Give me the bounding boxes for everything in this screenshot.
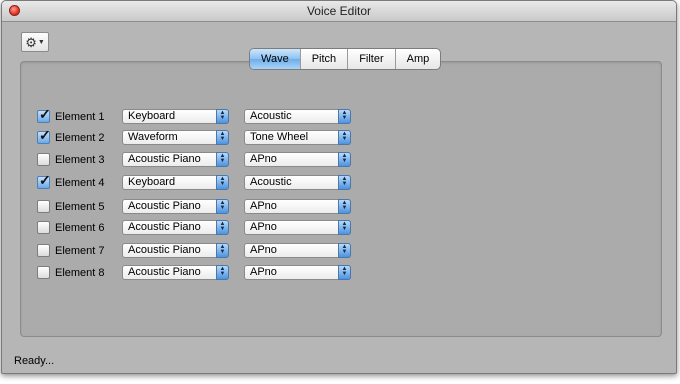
window-title: Voice Editor (306, 4, 372, 18)
element-enable-checkbox[interactable] (37, 153, 50, 166)
title-bar: Voice Editor (2, 1, 676, 22)
tab-wave[interactable]: Wave (250, 49, 300, 69)
element-type-popup[interactable]: Acoustic Piano ▲ ▼ (122, 199, 229, 214)
up-down-arrows-icon: ▲ ▼ (216, 220, 229, 235)
element-enable-checkbox[interactable]: ✓ (37, 127, 51, 144)
element-type-popup[interactable]: Keyboard ▲ ▼ (122, 175, 229, 190)
element-type-popup-value: Acoustic Piano (128, 244, 201, 256)
up-down-arrows-icon: ▲ ▼ (216, 243, 229, 258)
element-type-popup[interactable]: Acoustic Piano ▲ ▼ (122, 243, 229, 258)
element-label: Element 5 (55, 201, 105, 213)
gear-icon: ⚙ (25, 34, 37, 50)
element-enable-checkbox[interactable]: ✓ (37, 106, 51, 123)
up-down-arrows-icon: ▲ ▼ (216, 130, 229, 145)
element-type-popup-value: Keyboard (128, 176, 176, 188)
element-type-popup[interactable]: Acoustic Piano ▲ ▼ (122, 152, 229, 167)
up-down-arrows-icon: ▲ ▼ (216, 152, 229, 167)
up-down-arrows-icon: ▲ ▼ (338, 199, 351, 214)
element-label: Element 4 (55, 177, 105, 189)
element-voice-popup[interactable]: APno ▲ ▼ (244, 265, 351, 280)
checkmark-icon: ✓ (39, 106, 51, 122)
element-type-popup[interactable]: Waveform ▲ ▼ (122, 130, 229, 145)
element-label: Element 8 (55, 267, 105, 279)
chevron-down-icon: ▼ (37, 39, 45, 46)
element-voice-popup[interactable]: APno ▲ ▼ (244, 152, 351, 167)
checkmark-icon: ✓ (39, 172, 51, 188)
checkmark-icon: ✓ (39, 127, 51, 143)
up-down-arrows-icon: ▲ ▼ (338, 130, 351, 145)
element-voice-popup[interactable]: APno ▲ ▼ (244, 243, 351, 258)
element-voice-popup[interactable]: Acoustic ▲ ▼ (244, 175, 351, 190)
element-type-popup[interactable]: Keyboard ▲ ▼ (122, 109, 229, 124)
action-menu-button[interactable]: ⚙ ▼ (21, 32, 49, 52)
status-text: Ready... (14, 355, 55, 367)
element-type-popup-value: Waveform (128, 131, 178, 143)
tab-amp[interactable]: Amp (394, 49, 441, 69)
up-down-arrows-icon: ▲ ▼ (216, 199, 229, 214)
voice-editor-window: Voice Editor ⚙ ▼ Wave Pitch Filter Amp ✓… (1, 0, 677, 374)
element-enable-checkbox[interactable] (37, 266, 50, 279)
element-enable-checkbox[interactable] (37, 200, 50, 213)
element-voice-popup-value: APno (250, 153, 277, 165)
element-enable-checkbox[interactable]: ✓ (37, 172, 51, 189)
element-row: ✓ Element 1 Keyboard ▲ ▼ Acoustic ▲ ▼ (37, 106, 357, 125)
up-down-arrows-icon: ▲ ▼ (338, 265, 351, 280)
up-down-arrows-icon: ▲ ▼ (338, 109, 351, 124)
element-row: Element 7 Acoustic Piano ▲ ▼ APno ▲ ▼ (37, 243, 357, 259)
element-type-popup-value: Acoustic Piano (128, 221, 201, 233)
element-row: ✓ Element 4 Keyboard ▲ ▼ Acoustic ▲ ▼ (37, 172, 357, 191)
element-row: Element 3 Acoustic Piano ▲ ▼ APno ▲ ▼ (37, 152, 357, 168)
element-label: Element 3 (55, 154, 105, 166)
element-enable-checkbox[interactable] (37, 244, 50, 257)
tab-bar: Wave Pitch Filter Amp (249, 48, 442, 70)
element-label: Element 7 (55, 245, 105, 257)
element-row: Element 8 Acoustic Piano ▲ ▼ APno ▲ ▼ (37, 265, 357, 281)
element-row: Element 6 Acoustic Piano ▲ ▼ APno ▲ ▼ (37, 220, 357, 236)
up-down-arrows-icon: ▲ ▼ (216, 265, 229, 280)
element-voice-popup-value: APno (250, 244, 277, 256)
element-voice-popup[interactable]: Tone Wheel ▲ ▼ (244, 130, 351, 145)
element-type-popup-value: Acoustic Piano (128, 153, 201, 165)
element-type-popup-value: Keyboard (128, 110, 176, 122)
element-voice-popup-value: Acoustic (250, 176, 292, 188)
element-voice-popup[interactable]: APno ▲ ▼ (244, 199, 351, 214)
element-label: Element 1 (55, 111, 105, 123)
element-voice-popup-value: APno (250, 221, 277, 233)
up-down-arrows-icon: ▲ ▼ (338, 175, 351, 190)
up-down-arrows-icon: ▲ ▼ (338, 220, 351, 235)
element-voice-popup-value: Tone Wheel (250, 131, 309, 143)
up-down-arrows-icon: ▲ ▼ (338, 243, 351, 258)
element-voice-popup-value: APno (250, 266, 277, 278)
element-type-popup[interactable]: Acoustic Piano ▲ ▼ (122, 220, 229, 235)
element-row: ✓ Element 2 Waveform ▲ ▼ Tone Wheel ▲ ▼ (37, 127, 357, 146)
element-type-popup[interactable]: Acoustic Piano ▲ ▼ (122, 265, 229, 280)
element-voice-popup[interactable]: APno ▲ ▼ (244, 220, 351, 235)
element-label: Element 2 (55, 132, 105, 144)
up-down-arrows-icon: ▲ ▼ (216, 175, 229, 190)
up-down-arrows-icon: ▲ ▼ (338, 152, 351, 167)
element-voice-popup-value: Acoustic (250, 110, 292, 122)
tab-filter[interactable]: Filter (347, 49, 394, 69)
element-enable-checkbox[interactable] (37, 221, 50, 234)
element-voice-popup[interactable]: Acoustic ▲ ▼ (244, 109, 351, 124)
element-voice-popup-value: APno (250, 200, 277, 212)
element-row: Element 5 Acoustic Piano ▲ ▼ APno ▲ ▼ (37, 199, 357, 215)
element-type-popup-value: Acoustic Piano (128, 266, 201, 278)
element-label: Element 6 (55, 222, 105, 234)
element-type-popup-value: Acoustic Piano (128, 200, 201, 212)
tab-pitch[interactable]: Pitch (299, 49, 347, 69)
up-down-arrows-icon: ▲ ▼ (216, 109, 229, 124)
